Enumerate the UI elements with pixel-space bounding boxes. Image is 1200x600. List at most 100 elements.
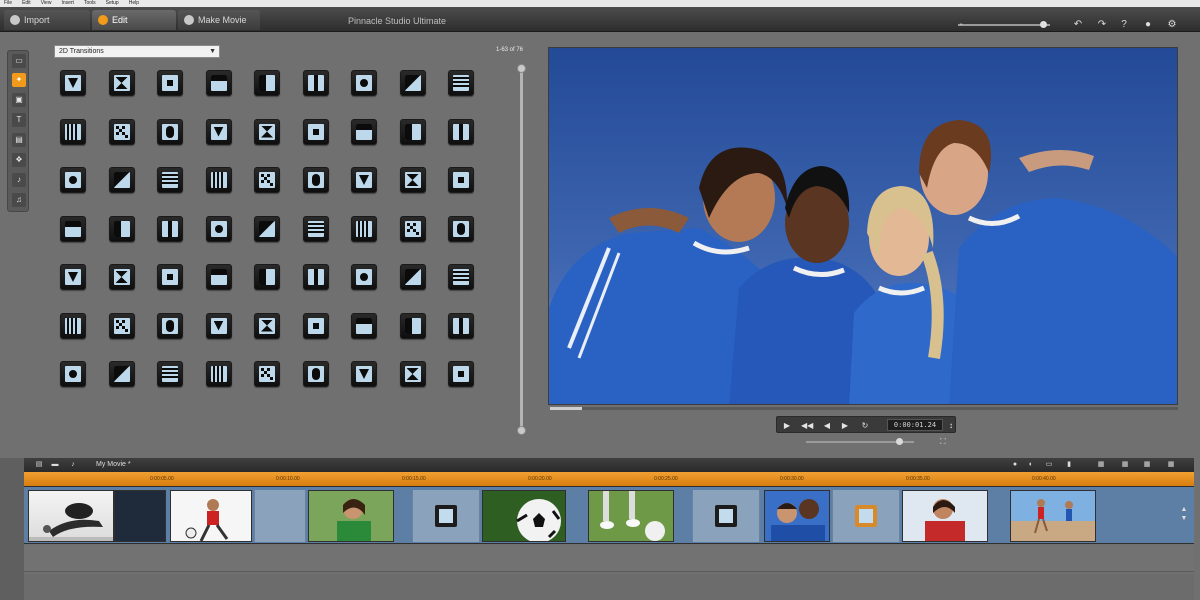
transition-diamond-icon[interactable] xyxy=(108,264,135,290)
transition-solid-block-icon[interactable] xyxy=(302,264,329,290)
transition-diagonal-tl-icon[interactable] xyxy=(60,215,86,242)
zoom-out-icon[interactable]: - xyxy=(955,19,967,31)
transition-corner-out-icon[interactable] xyxy=(108,118,135,145)
transition-diagonal-bl-icon[interactable] xyxy=(157,215,183,242)
photo-tool-icon[interactable]: ▣ xyxy=(12,93,26,107)
transition-checker-icon[interactable] xyxy=(399,264,426,290)
clip-girl-portrait[interactable] xyxy=(902,490,988,542)
notifications-icon[interactable]: ● xyxy=(1142,19,1154,31)
transition-left-bar-icon[interactable] xyxy=(351,70,377,96)
marker-icon[interactable]: ● xyxy=(1010,460,1020,469)
transition-checker-dots-icon[interactable] xyxy=(254,361,280,387)
transition-rounded-corner-icon[interactable] xyxy=(351,361,377,387)
transition-category-select[interactable]: 2D Transitions ▼ xyxy=(54,45,220,58)
transition-x-wipe-icon[interactable] xyxy=(205,70,232,96)
transition-corner-tl-icon[interactable] xyxy=(351,167,377,193)
transition-iris-h-icon[interactable] xyxy=(254,167,280,193)
tab-make-movie[interactable]: Make Movie xyxy=(178,10,260,30)
transition-corner-br-icon[interactable] xyxy=(448,167,474,193)
transition-slide-right-icon[interactable] xyxy=(108,167,135,193)
clip-girl-smiling[interactable] xyxy=(308,490,394,542)
zoom-slider-handle[interactable] xyxy=(1040,21,1047,28)
clip-beach-runner[interactable] xyxy=(1010,490,1096,542)
transition-squeeze-v-icon[interactable] xyxy=(205,167,232,193)
transition-tile[interactable] xyxy=(412,490,480,542)
snap-icon[interactable]: ◐ xyxy=(1026,460,1036,469)
transition-squeeze-h-icon[interactable] xyxy=(157,167,183,193)
video-tool-icon[interactable]: ▭ xyxy=(12,54,26,68)
transition-zoom-center-icon[interactable] xyxy=(157,70,183,96)
timecode-display[interactable]: 0:00:01.24 xyxy=(887,419,943,431)
storyboard-icon[interactable]: ▤ xyxy=(34,460,44,469)
transition-bars-down-icon[interactable] xyxy=(399,312,426,339)
transition-horizontal-blinds-icon[interactable] xyxy=(254,264,280,290)
transition-checker-diamond-icon[interactable] xyxy=(448,312,474,339)
loop-icon[interactable]: ↻ xyxy=(859,420,871,431)
transition-rounded-rect-icon[interactable] xyxy=(399,361,426,387)
preview-scrubber-track[interactable] xyxy=(550,407,1178,410)
transition-stripes-icon[interactable] xyxy=(302,361,329,387)
play-icon[interactable]: ▶ xyxy=(781,420,793,431)
transition-quarter-tr-icon[interactable] xyxy=(399,215,426,242)
transition-corner-diagonal-icon[interactable] xyxy=(157,118,183,145)
transition-bottom-bar-icon[interactable] xyxy=(302,70,329,96)
audio-track[interactable] xyxy=(24,574,1194,600)
transition-top-bar-icon[interactable] xyxy=(254,70,280,96)
transitions-tool-icon[interactable]: ✦ xyxy=(12,73,26,87)
preview-scrubber-progress[interactable] xyxy=(550,407,582,410)
transition-keyhole-icon[interactable] xyxy=(302,312,329,339)
transition-arrow-in-icon[interactable] xyxy=(254,215,280,242)
transition-push-up-icon[interactable] xyxy=(351,118,377,145)
menu-insert[interactable]: Insert xyxy=(61,0,74,7)
rewind-icon[interactable]: ◀◀ xyxy=(801,420,813,431)
timeline-scroll-icon[interactable]: ▲ ▼ xyxy=(1180,505,1188,533)
transition-shield-icon[interactable] xyxy=(448,361,474,387)
transition-diagonal-br-icon[interactable] xyxy=(205,215,232,242)
transition-half-diagonal-icon[interactable] xyxy=(157,312,183,339)
clip-two-girls[interactable] xyxy=(764,490,830,542)
monitor-icon[interactable]: ▭ xyxy=(1044,460,1054,469)
menu-file[interactable]: File xyxy=(4,0,12,7)
step-forward-icon[interactable]: ▶ xyxy=(839,420,851,431)
overlay-track[interactable] xyxy=(24,546,1194,572)
audio-tool-icon[interactable]: ♪ xyxy=(12,173,26,187)
transition-corner-in-icon[interactable] xyxy=(60,118,86,145)
clip-feet-ball[interactable] xyxy=(588,490,674,542)
transition-diagonal-tr-icon[interactable] xyxy=(108,215,135,242)
transition-dots-icon[interactable] xyxy=(157,361,183,387)
transition-tile[interactable] xyxy=(254,490,306,542)
transition-split-horizontal-icon[interactable] xyxy=(254,118,280,145)
transition-clock-wipe-icon[interactable] xyxy=(108,70,135,96)
transition-arrow-out-icon[interactable] xyxy=(302,215,329,242)
transition-slide-left-icon[interactable] xyxy=(60,167,86,193)
transition-circle-icon[interactable] xyxy=(60,264,86,290)
title-tool-icon[interactable]: T xyxy=(12,113,26,127)
transition-vertical-blinds-icon[interactable] xyxy=(351,264,377,290)
transition-mosaic-icon[interactable] xyxy=(108,361,135,387)
transition-tile[interactable] xyxy=(692,490,760,542)
clip-soccer-header[interactable] xyxy=(28,490,114,542)
transition-quarter-tl-icon[interactable] xyxy=(351,215,377,242)
transition-quarter-bl-icon[interactable] xyxy=(448,215,474,242)
menu-view[interactable]: View xyxy=(41,0,52,7)
transition-iris-v-icon[interactable] xyxy=(302,167,329,193)
transition-push-down-icon[interactable] xyxy=(399,118,426,145)
timeline-ruler[interactable]: 0:00:05.00 0:00:10.00 0:00:15.00 0:00:20… xyxy=(24,472,1194,486)
audio-mixer-icon[interactable]: ♪ xyxy=(68,460,78,469)
transition-random-blocks-icon[interactable] xyxy=(60,361,86,387)
menu-tool-icon[interactable]: ▤ xyxy=(12,133,26,147)
clip-dark-fill[interactable] xyxy=(114,490,166,542)
clip-soccer-ball[interactable] xyxy=(482,490,566,542)
effects-tool-icon[interactable]: ❖ xyxy=(12,153,26,167)
settings-icon[interactable]: ⚙ xyxy=(1166,19,1178,31)
transition-star-icon[interactable] xyxy=(205,264,232,290)
clip-girl-kicking[interactable] xyxy=(170,490,252,542)
volume-slider-handle[interactable] xyxy=(896,438,903,445)
timecode-stepper-icon[interactable]: ↕ xyxy=(945,420,957,431)
transition-corner-tr-icon[interactable] xyxy=(399,167,426,193)
scroll-up-handle[interactable] xyxy=(517,64,526,73)
menu-edit[interactable]: Edit xyxy=(22,0,31,7)
lock-icon[interactable]: ▮ xyxy=(1064,460,1074,469)
transition-center-expand-icon[interactable] xyxy=(205,118,232,145)
grid-scrollbar[interactable] xyxy=(520,68,523,430)
